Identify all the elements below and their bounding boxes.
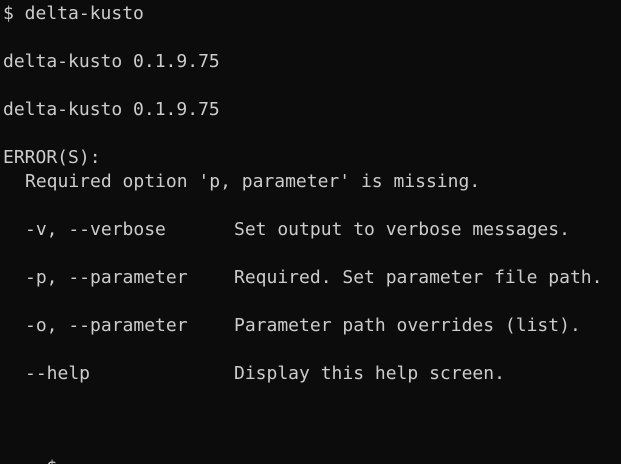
prompt-command-line: $ delta-kusto [3,3,144,24]
error-header: ERROR(S): [3,147,101,168]
final-prompt-symbol: $ [46,456,57,464]
error-message: Required option 'p, parameter' is missin… [25,171,481,192]
option-flag-verbose: -v, --verbose [25,219,166,240]
version-line-1: delta-kusto 0.1.9.75 [3,51,220,72]
option-description-parameter: Required. Set parameter file path. [234,267,603,288]
option-flag-overrides: -o, --parameter [25,315,188,336]
option-description-help: Display this help screen. [234,363,505,384]
version-line-2: delta-kusto 0.1.9.75 [3,99,220,120]
terminal-window[interactable]: $ delta-kusto delta-kusto 0.1.9.75 delta… [0,0,621,464]
option-flag-help: --help [25,363,91,384]
option-description-overrides: Parameter path overrides (list). [234,315,581,336]
final-prompt[interactable]: $ [3,432,57,464]
option-flag-parameter: -p, --parameter [25,267,188,288]
option-description-verbose: Set output to verbose messages. [234,219,570,240]
